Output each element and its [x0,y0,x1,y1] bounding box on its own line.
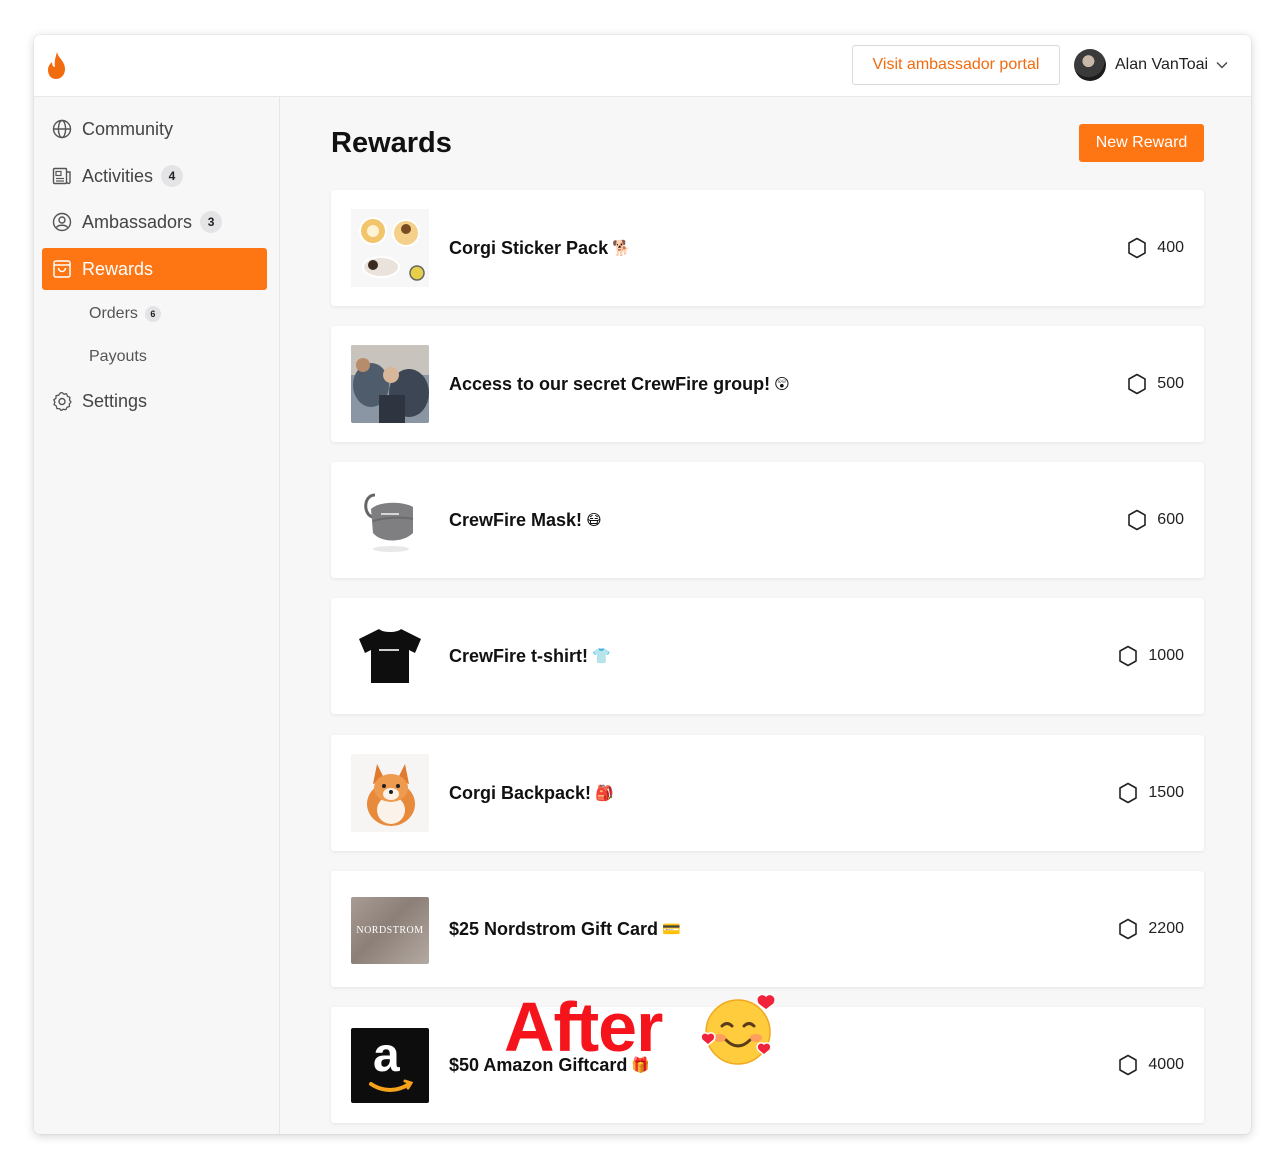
reward-points-value: 2200 [1148,920,1184,937]
reward-title-text: Corgi Backpack! [449,782,592,803]
reward-title: $25 Nordstrom Gift Card 💳 [449,871,681,987]
reward-emoji: 😷 [586,512,602,529]
reward-image-amazon-card: a [351,1028,429,1103]
smiling-face-with-hearts-icon [700,994,776,1065]
reward-card[interactable]: Access to our secret CrewFire group! 😲 5… [331,326,1204,442]
reward-image-corgi-stickers [351,209,429,287]
reward-card[interactable]: NORDSTROM $25 Nordstrom Gift Card 💳 2200 [331,871,1204,987]
reward-emoji: 🎒 [595,785,614,802]
hexagon-icon [1128,237,1147,259]
reward-points: 1000 [1118,598,1184,714]
reward-title-text: Corgi Sticker Pack [449,237,609,258]
globe-icon [52,119,72,139]
reward-points: 400 [1127,190,1184,306]
reward-title: Access to our secret CrewFire group! 😲 [449,326,790,442]
reward-points-value: 400 [1157,239,1184,256]
sidebar-item-orders[interactable]: Orders 6 [89,302,161,326]
reward-points: 600 [1127,462,1184,578]
reward-points: 1500 [1118,735,1184,851]
sidebar-item-label: Ambassadors [82,211,193,232]
page-title: Rewards [331,127,452,159]
reward-points: 4000 [1118,1007,1184,1123]
reward-title: Corgi Backpack! 🎒 [449,735,614,851]
flame-icon[interactable] [44,51,70,81]
top-bar: Visit ambassador portal Alan VanToai [34,35,1251,97]
new-reward-button[interactable]: New Reward [1079,124,1204,162]
hexagon-icon [1128,509,1147,531]
sidebar-subitem-label: Orders [89,305,138,322]
after-overlay-text: After [504,988,663,1066]
reward-points-value: 1000 [1148,647,1184,664]
reward-image-group-photo [351,345,429,423]
sidebar-item-ambassadors[interactable]: Ambassadors 3 [42,201,267,243]
sidebar-item-label: Community [82,118,174,139]
sidebar-item-settings[interactable]: Settings [42,380,267,422]
reward-title: CrewFire t-shirt! 👕 [449,598,611,714]
reward-points: 500 [1127,326,1184,442]
reward-card[interactable]: Corgi Backpack! 🎒 1500 [331,735,1204,851]
reward-title-text: CrewFire t-shirt! [449,645,589,666]
reward-title: CrewFire Mask! 😷 [449,462,602,578]
hexagon-icon [1119,1054,1138,1076]
newspaper-icon [52,167,71,185]
hexagon-icon [1128,373,1147,395]
reward-title-text: CrewFire Mask! [449,509,583,530]
shopping-bag-icon [53,260,71,278]
reward-card[interactable]: CrewFire t-shirt! 👕 1000 [331,598,1204,714]
reward-title-text: $25 Nordstrom Gift Card [449,918,659,939]
reward-image-mask [351,481,429,559]
amazon-smile-icon [369,1079,414,1092]
hexagon-icon [1119,645,1138,667]
sidebar-item-label: Activities [82,165,154,186]
app-window: Visit ambassador portal Alan VanToai Com… [34,35,1251,1134]
reward-points-value: 600 [1157,511,1184,528]
reward-emoji: 🐕 [612,240,631,257]
sidebar-item-payouts[interactable]: Payouts [89,345,147,369]
sidebar-item-label: Settings [82,390,148,411]
user-circle-icon [52,212,72,232]
ambassadors-count-badge: 3 [200,211,223,233]
reward-title-text: Access to our secret CrewFire group! [449,373,771,394]
reward-points-value: 1500 [1148,784,1184,801]
reward-points: 2200 [1118,871,1184,987]
reward-card[interactable]: CrewFire Mask! 😷 600 [331,462,1204,578]
chevron-down-icon [1216,62,1228,69]
gear-icon [53,391,72,411]
reward-image-nordstrom-card: NORDSTROM [351,897,429,964]
user-name: Alan VanToai [1115,56,1209,73]
reward-card[interactable]: Corgi Sticker Pack 🐕 400 [331,190,1204,306]
sidebar-item-activities[interactable]: Activities 4 [42,155,267,197]
reward-title: Corgi Sticker Pack 🐕 [449,190,631,306]
reward-points-value: 500 [1157,375,1184,392]
reward-emoji: 👕 [592,648,611,665]
nordstrom-logo-text: NORDSTROM [356,925,424,936]
sidebar-item-rewards[interactable]: Rewards [42,248,267,290]
activities-count-badge: 4 [161,165,184,187]
reward-emoji: 💳 [662,921,681,938]
reward-emoji: 😲 [774,376,790,393]
hexagon-icon [1119,782,1138,804]
hexagon-icon [1119,918,1138,940]
user-menu[interactable]: Alan VanToai [1074,49,1228,81]
sidebar-item-community[interactable]: Community [42,108,267,150]
main-content: Rewards New Reward Corgi Sticker Pack 🐕 [281,97,1251,1134]
sidebar-item-label: Rewards [82,258,154,279]
orders-count-badge: 6 [144,306,161,322]
avatar [1074,49,1106,81]
sidebar-subitem-label: Payouts [89,348,147,365]
sidebar: Community Activities 4 Ambassadors 3 Rew… [34,97,280,1134]
reward-image-corgi-backpack [351,754,429,832]
reward-points-value: 4000 [1148,1056,1184,1073]
visit-portal-button[interactable]: Visit ambassador portal [852,45,1060,85]
reward-image-tshirt [351,617,429,695]
